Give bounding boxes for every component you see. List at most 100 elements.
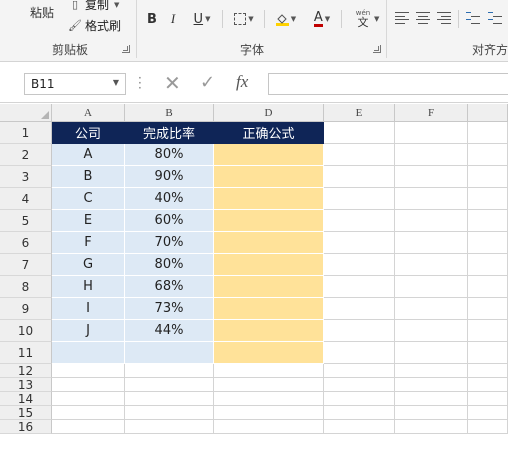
empty-cell[interactable] bbox=[468, 406, 508, 420]
empty-cell[interactable] bbox=[395, 122, 468, 144]
empty-cell[interactable] bbox=[324, 420, 395, 434]
rate-cell[interactable] bbox=[125, 342, 214, 364]
empty-cell[interactable] bbox=[468, 166, 508, 188]
formula-cell[interactable] bbox=[214, 320, 324, 342]
empty-cell[interactable] bbox=[468, 144, 508, 166]
borders-button[interactable]: ▼ bbox=[229, 10, 259, 28]
empty-cell[interactable] bbox=[52, 378, 125, 392]
formula-cell[interactable] bbox=[214, 254, 324, 276]
empty-cell[interactable] bbox=[468, 320, 508, 342]
empty-cell[interactable] bbox=[214, 420, 324, 434]
empty-cell[interactable] bbox=[214, 364, 324, 378]
empty-cell[interactable] bbox=[324, 342, 395, 364]
empty-cell[interactable] bbox=[395, 210, 468, 232]
align-left-icon[interactable] bbox=[395, 12, 409, 24]
column-header-d[interactable]: D bbox=[214, 104, 324, 122]
company-cell[interactable]: F bbox=[52, 232, 125, 254]
formula-cell[interactable] bbox=[214, 210, 324, 232]
empty-cell[interactable] bbox=[324, 210, 395, 232]
empty-cell[interactable] bbox=[125, 406, 214, 420]
formula-cell[interactable] bbox=[214, 298, 324, 320]
paste-button[interactable]: 粘贴 bbox=[30, 4, 54, 21]
company-cell[interactable]: I bbox=[52, 298, 125, 320]
empty-cell[interactable] bbox=[468, 188, 508, 210]
clipboard-launcher-icon[interactable] bbox=[122, 45, 130, 53]
row-header[interactable]: 6 bbox=[0, 232, 52, 254]
empty-cell[interactable] bbox=[468, 420, 508, 434]
empty-cell[interactable] bbox=[395, 420, 468, 434]
empty-cell[interactable] bbox=[324, 232, 395, 254]
bold-button[interactable]: B bbox=[145, 10, 159, 28]
row-header[interactable]: 9 bbox=[0, 298, 52, 320]
header-cell-company[interactable]: 公司 bbox=[52, 122, 125, 144]
column-header-g[interactable] bbox=[468, 104, 508, 122]
empty-cell[interactable] bbox=[125, 392, 214, 406]
align-center-icon[interactable] bbox=[416, 12, 430, 24]
empty-cell[interactable] bbox=[125, 378, 214, 392]
align-right-icon[interactable] bbox=[437, 12, 451, 24]
empty-cell[interactable] bbox=[395, 144, 468, 166]
copy-button[interactable]: ▯ 复制 ▼ bbox=[68, 0, 119, 13]
empty-cell[interactable] bbox=[468, 276, 508, 298]
formula-cell[interactable] bbox=[214, 144, 324, 166]
empty-cell[interactable] bbox=[468, 232, 508, 254]
chevron-down-icon[interactable]: ▼ bbox=[114, 1, 119, 9]
rate-cell[interactable]: 80% bbox=[125, 254, 214, 276]
empty-cell[interactable] bbox=[125, 420, 214, 434]
empty-cell[interactable] bbox=[395, 392, 468, 406]
rate-cell[interactable]: 44% bbox=[125, 320, 214, 342]
formula-cell[interactable] bbox=[214, 188, 324, 210]
rate-cell[interactable]: 40% bbox=[125, 188, 214, 210]
rate-cell[interactable]: 60% bbox=[125, 210, 214, 232]
row-header[interactable]: 2 bbox=[0, 144, 52, 166]
empty-cell[interactable] bbox=[324, 298, 395, 320]
empty-cell[interactable] bbox=[324, 406, 395, 420]
header-cell-formula[interactable]: 正确公式 bbox=[214, 122, 324, 144]
row-header[interactable]: 16 bbox=[0, 420, 52, 434]
empty-cell[interactable] bbox=[395, 232, 468, 254]
select-all-button[interactable] bbox=[0, 104, 52, 122]
font-color-button[interactable]: A ▼ bbox=[308, 10, 336, 28]
name-box[interactable]: B11 ▼ bbox=[24, 73, 126, 95]
rate-cell[interactable]: 68% bbox=[125, 276, 214, 298]
formula-input[interactable] bbox=[268, 73, 508, 95]
font-launcher-icon[interactable] bbox=[373, 45, 381, 53]
empty-cell[interactable] bbox=[324, 320, 395, 342]
empty-cell[interactable] bbox=[52, 392, 125, 406]
fill-color-button[interactable]: ▼ bbox=[270, 10, 302, 28]
empty-cell[interactable] bbox=[468, 210, 508, 232]
check-icon[interactable]: ✓ bbox=[200, 73, 215, 93]
empty-cell[interactable] bbox=[324, 166, 395, 188]
company-cell[interactable] bbox=[52, 342, 125, 364]
formula-cell[interactable] bbox=[214, 232, 324, 254]
row-header[interactable]: 15 bbox=[0, 406, 52, 420]
company-cell[interactable]: J bbox=[52, 320, 125, 342]
rate-cell[interactable]: 90% bbox=[125, 166, 214, 188]
empty-cell[interactable] bbox=[395, 276, 468, 298]
row-header[interactable]: 8 bbox=[0, 276, 52, 298]
decrease-indent-icon[interactable] bbox=[466, 12, 480, 24]
rate-cell[interactable]: 73% bbox=[125, 298, 214, 320]
italic-button[interactable]: I bbox=[167, 10, 179, 28]
empty-cell[interactable] bbox=[468, 342, 508, 364]
empty-cell[interactable] bbox=[324, 144, 395, 166]
empty-cell[interactable] bbox=[52, 420, 125, 434]
empty-cell[interactable] bbox=[395, 378, 468, 392]
formula-cell[interactable] bbox=[214, 166, 324, 188]
empty-cell[interactable] bbox=[395, 406, 468, 420]
row-header[interactable]: 5 bbox=[0, 210, 52, 232]
empty-cell[interactable] bbox=[468, 254, 508, 276]
company-cell[interactable]: G bbox=[52, 254, 125, 276]
row-header[interactable]: 13 bbox=[0, 378, 52, 392]
row-header[interactable]: 4 bbox=[0, 188, 52, 210]
rate-cell[interactable]: 80% bbox=[125, 144, 214, 166]
empty-cell[interactable] bbox=[324, 378, 395, 392]
empty-cell[interactable] bbox=[395, 166, 468, 188]
company-cell[interactable]: C bbox=[52, 188, 125, 210]
chevron-down-icon[interactable]: ▼ bbox=[374, 15, 379, 23]
column-header-b[interactable]: B bbox=[125, 104, 214, 122]
rate-cell[interactable]: 70% bbox=[125, 232, 214, 254]
empty-cell[interactable] bbox=[395, 298, 468, 320]
underline-button[interactable]: U ▼ bbox=[188, 10, 216, 28]
formula-cell[interactable] bbox=[214, 276, 324, 298]
